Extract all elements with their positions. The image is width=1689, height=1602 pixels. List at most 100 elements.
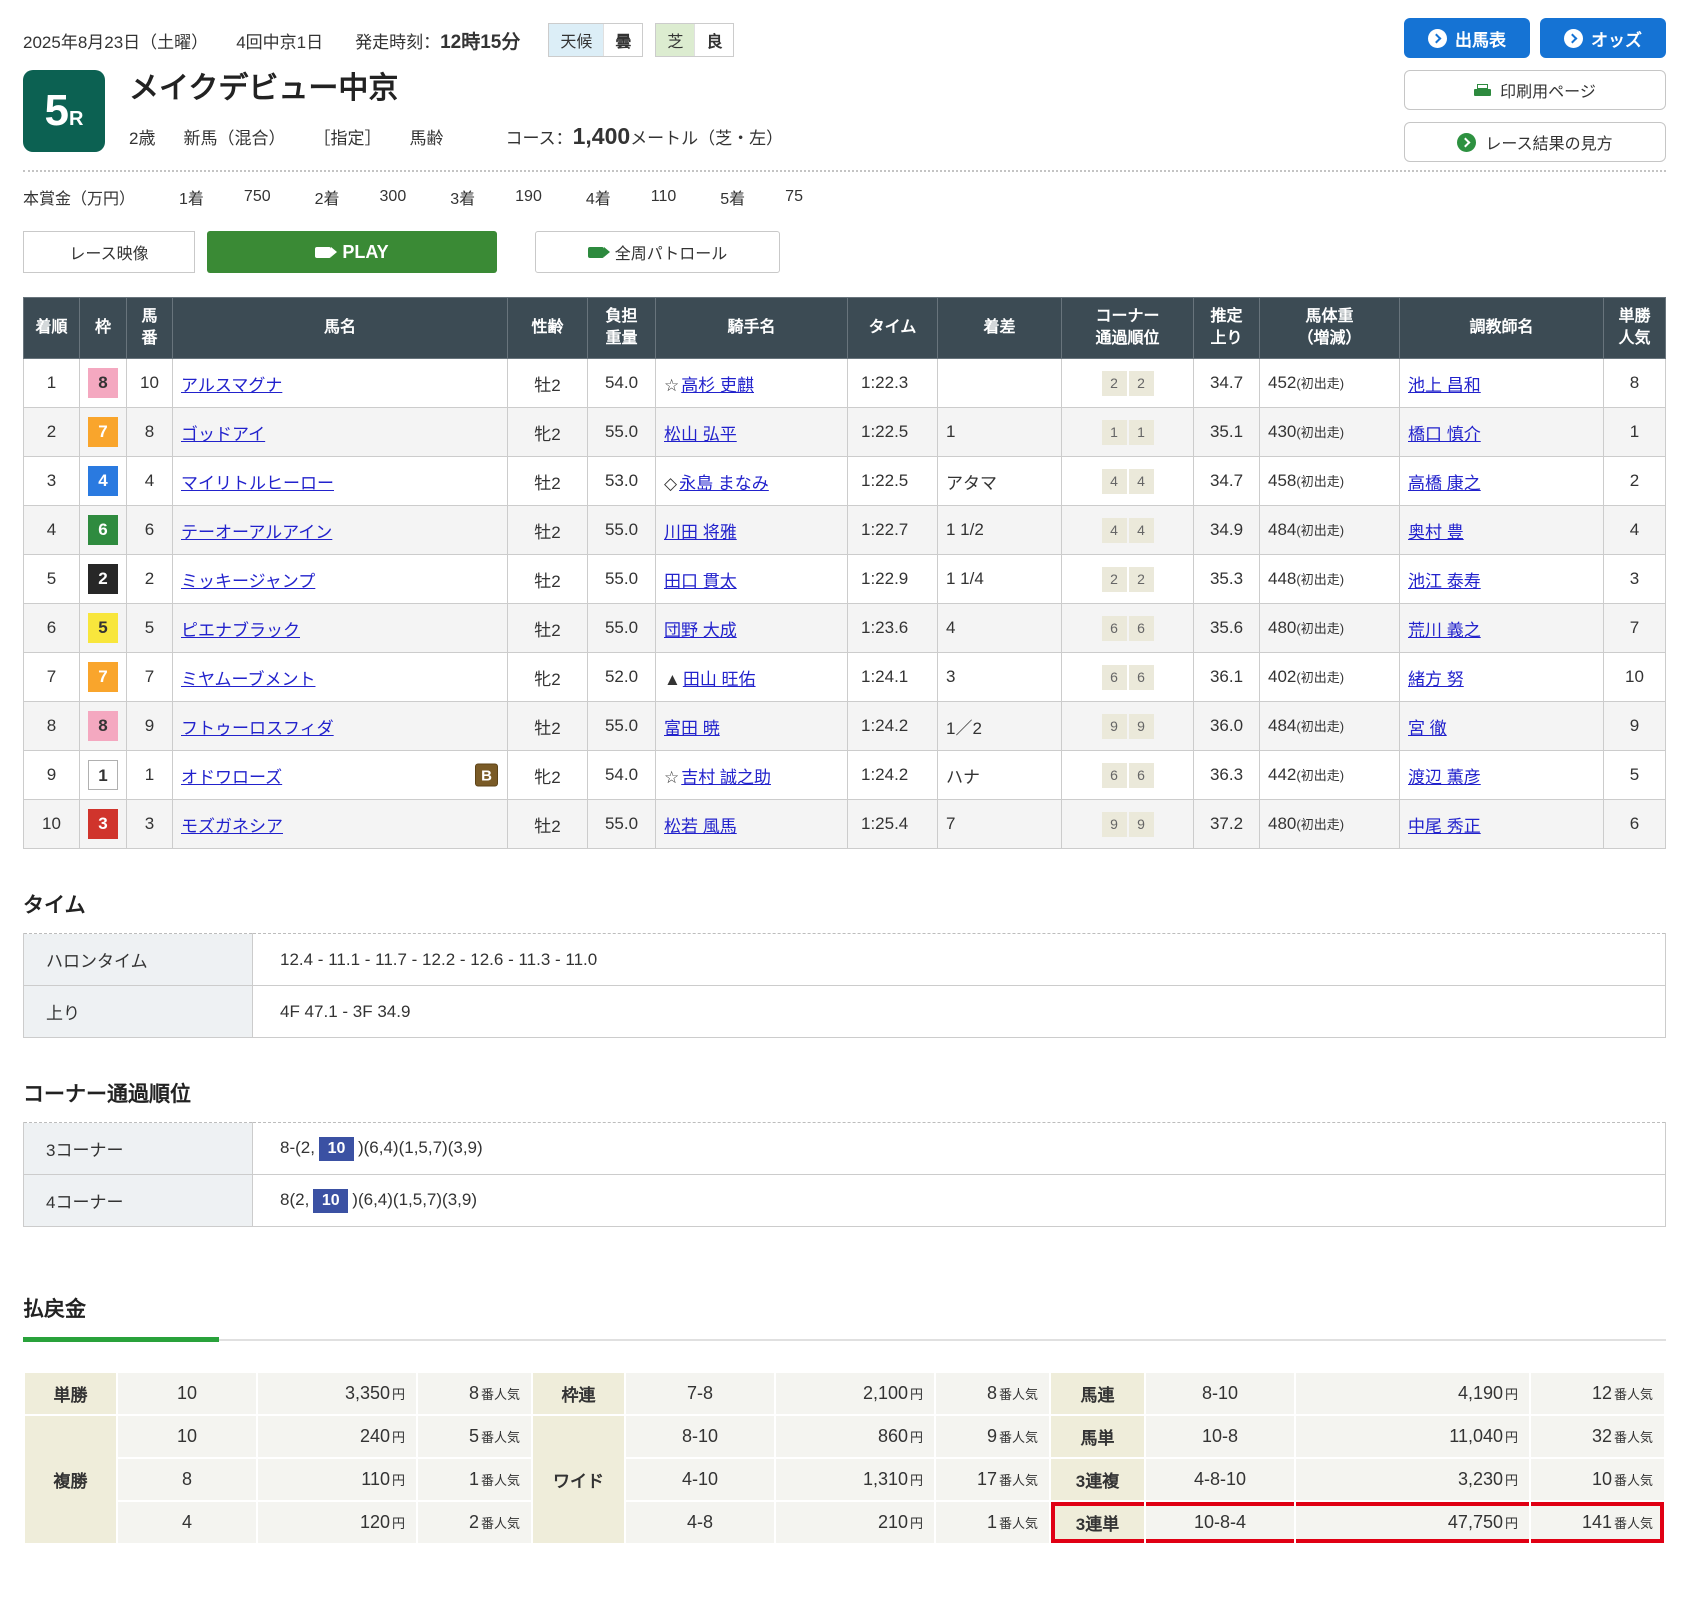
payout-title-underline	[23, 1339, 1666, 1341]
last-3f-time: 34.9	[1194, 506, 1260, 555]
waku-badge: 4	[88, 466, 118, 496]
date-line: 2025年8月23日（土曜） 4回中京1日 発走時刻： 12時15分	[23, 27, 520, 54]
results-column-header: 馬 番	[127, 298, 173, 359]
result-row: 1810アルスマグナ牡254.0☆高杉 吏麒1:22.32234.7452(初出…	[24, 359, 1666, 408]
trainer-link[interactable]: 中尾 秀正	[1408, 817, 1481, 836]
jockey-cell: 田口 貫太	[656, 555, 848, 604]
print-page-button[interactable]: 印刷用ページ	[1404, 70, 1666, 110]
trainer-link[interactable]: 高橋 康之	[1408, 474, 1481, 493]
patrol-video-button[interactable]: 全周パトロール	[535, 231, 780, 273]
jockey-cell: ▲田山 旺佑	[656, 653, 848, 702]
finish-time: 1:22.9	[848, 555, 938, 604]
jockey-link[interactable]: 松山 弘平	[664, 425, 737, 444]
horse-name-link[interactable]: ピエナブラック	[181, 621, 300, 640]
race-conditions: 2歳 新馬（混合） ［指定］ 馬齢 コース：1,400メートル（芝・左）	[129, 123, 783, 150]
play-button[interactable]: PLAY	[207, 231, 497, 273]
horse-name-link[interactable]: テーオーアルアイン	[181, 523, 332, 542]
horse-number: 4	[127, 457, 173, 506]
trainer-link[interactable]: 池上 昌和	[1408, 376, 1481, 395]
jockey-link[interactable]: 富田 暁	[664, 719, 720, 738]
horse-number: 3	[127, 800, 173, 849]
trainer-link[interactable]: 荒川 義之	[1408, 621, 1481, 640]
corner-position-box: 2	[1102, 567, 1127, 592]
waku-badge: 3	[88, 809, 118, 839]
horse-name-link[interactable]: アルスマグナ	[181, 376, 282, 395]
margin: 7	[938, 800, 1062, 849]
jockey-link[interactable]: 高杉 吏麒	[681, 376, 754, 395]
last-3f-time: 35.3	[1194, 555, 1260, 604]
horse-name-link[interactable]: ミヤムーブメント	[181, 670, 315, 689]
jockey-link[interactable]: 田山 旺佑	[683, 670, 756, 689]
horse-name-link[interactable]: マイリトルヒーロー	[181, 474, 334, 493]
sex-age: 牝2	[508, 408, 588, 457]
trainer-link[interactable]: 池江 泰寿	[1408, 572, 1481, 591]
payout-combination: 8-10	[625, 1415, 775, 1458]
horse-name-link[interactable]: モズガネシア	[181, 817, 283, 836]
jockey-link[interactable]: 田口 貫太	[664, 572, 737, 591]
horse-name-cell: ミッキージャンプ	[173, 555, 508, 604]
jockey-link[interactable]: 永島 まなみ	[679, 474, 769, 493]
waku-cell: 6	[80, 506, 127, 555]
race-video-button[interactable]: レース映像	[23, 231, 195, 273]
trainer-link[interactable]: 渡辺 薫彦	[1408, 768, 1481, 787]
race-video-button-label: レース映像	[69, 240, 148, 264]
payout-popularity: 12番人気	[1530, 1372, 1665, 1415]
results-column-header: 枠	[80, 298, 127, 359]
time-section-title: タイム	[23, 889, 1666, 919]
yen-suffix: 円	[392, 1516, 405, 1531]
trainer-link[interactable]: 橋口 慎介	[1408, 425, 1481, 444]
corner-position-box: 1	[1129, 420, 1154, 445]
finish-position: 7	[24, 653, 80, 702]
horse-number: 6	[127, 506, 173, 555]
horse-name-link[interactable]: オドワローズ	[181, 768, 282, 787]
yen-suffix: 円	[1505, 1430, 1518, 1445]
course-info: コース：1,400メートル（芝・左）	[505, 123, 783, 150]
jockey-link[interactable]: 川田 将雅	[664, 523, 737, 542]
video-button-row: レース映像 PLAY 全周パトロール	[23, 231, 1666, 273]
jockey-prefix: ◇	[664, 474, 677, 493]
agari-value: 4F 47.1 - 3F 34.9	[253, 986, 1666, 1038]
odds-button[interactable]: オッズ	[1540, 18, 1666, 58]
payout-bet-type: 複勝	[24, 1415, 117, 1544]
trainer-cell: 緒方 努	[1400, 653, 1604, 702]
corner-4-before: 8(2,	[280, 1190, 309, 1209]
body-weight-note: (初出走)	[1296, 670, 1344, 685]
horse-name-cell: ミヤムーブメント	[173, 653, 508, 702]
payout-amount: 4,190円	[1295, 1372, 1530, 1415]
ninki-suffix: 番人気	[999, 1473, 1038, 1488]
payout-combination: 8-10	[1145, 1372, 1295, 1415]
corner-positions: 22	[1062, 555, 1194, 604]
horse-name-link[interactable]: フトゥーロスフィダ	[181, 719, 334, 738]
jockey-prefix: ▲	[664, 670, 681, 689]
trainer-link[interactable]: 奥村 豊	[1408, 523, 1464, 542]
jockey-link[interactable]: 吉村 誠之助	[681, 768, 771, 787]
printer-icon	[1474, 84, 1491, 97]
entry-table-button[interactable]: 出馬表	[1404, 18, 1530, 58]
load-weight: 52.0	[588, 653, 656, 702]
load-weight: 55.0	[588, 506, 656, 555]
finish-time: 1:22.5	[848, 457, 938, 506]
trainer-link[interactable]: 緒方 努	[1408, 670, 1464, 689]
last-3f-time: 35.6	[1194, 604, 1260, 653]
jockey-link[interactable]: 松若 風馬	[664, 817, 737, 836]
horse-number: 7	[127, 653, 173, 702]
horse-name-link[interactable]: ゴッドアイ	[181, 425, 265, 444]
result-guide-button[interactable]: レース結果の見方	[1404, 122, 1666, 162]
payout-bet-type: 単勝	[24, 1372, 117, 1415]
corner-position-box: 6	[1129, 763, 1154, 788]
course-detail: メートル（芝・左）	[630, 129, 783, 148]
halon-time-row: ハロンタイム 12.4 - 11.1 - 11.7 - 12.2 - 12.6 …	[24, 934, 1666, 986]
start-time-value: 12時15分	[440, 27, 520, 54]
horse-name-link[interactable]: ミッキージャンプ	[181, 572, 315, 591]
prize-amount: 750	[244, 188, 271, 206]
race-number-badge: 5 R	[23, 70, 105, 152]
corner-position-box: 6	[1129, 665, 1154, 690]
last-3f-time: 35.1	[1194, 408, 1260, 457]
prize-place: 2着	[315, 185, 340, 209]
trainer-link[interactable]: 宮 徹	[1408, 719, 1447, 738]
winner-number-highlight: 10	[313, 1189, 348, 1213]
jockey-link[interactable]: 団野 大成	[664, 621, 737, 640]
weather-label: 天候	[549, 24, 603, 56]
corner-3-after: )(6,4)(1,5,7)(3,9)	[358, 1138, 483, 1157]
body-weight: 452(初出走)	[1260, 359, 1400, 408]
